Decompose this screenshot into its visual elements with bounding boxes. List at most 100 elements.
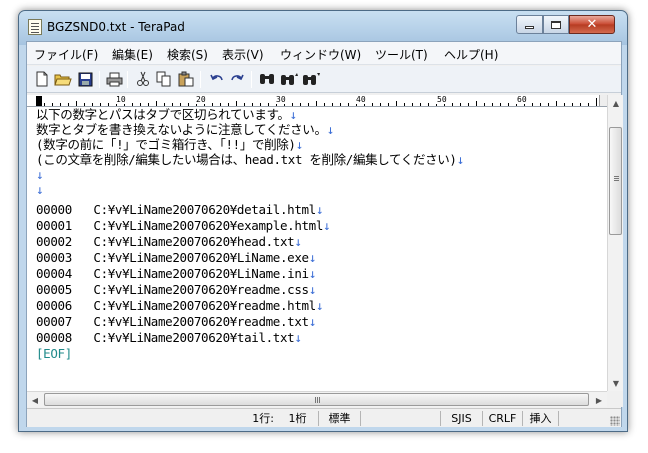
eof-marker: [EOF] xyxy=(36,346,72,361)
ruler-label: 10 xyxy=(115,95,127,104)
grip-icon xyxy=(614,176,619,177)
line-text: 00001 C:¥v¥LiName20070620¥example.html xyxy=(36,218,324,233)
newline-mark: ↓ xyxy=(315,202,324,217)
toolbar-separator xyxy=(251,71,252,88)
newline-mark: ↓ xyxy=(308,250,317,265)
ruler-tick xyxy=(556,101,557,106)
close-button[interactable]: ✕ xyxy=(569,15,615,34)
line-text: 00003 C:¥v¥LiName20070620¥LiName.exe xyxy=(36,250,309,265)
ruler-tick xyxy=(548,103,549,106)
text-editor[interactable]: 以下の数字とパスはタブで区切られています。↓ 数字とタブを書き換えないように注意… xyxy=(27,107,607,391)
toolbar-separator xyxy=(200,71,201,88)
newline-mark: ↓ xyxy=(294,330,302,345)
ruler-tick xyxy=(164,103,165,106)
vertical-scroll-thumb[interactable] xyxy=(609,127,622,235)
horizontal-scrollbar[interactable]: ◀ ▶ xyxy=(27,391,607,407)
ruler-tick xyxy=(460,103,461,106)
text-line: 数字とタブを書き換えないように注意してください。↓ xyxy=(36,122,334,137)
open-button[interactable] xyxy=(54,70,72,88)
ruler-tick xyxy=(452,103,453,106)
ruler-tick xyxy=(132,103,133,106)
ruler-tick xyxy=(468,103,469,106)
print-icon xyxy=(106,72,122,86)
text-line: 以下の数字とパスはタブで区切られています。↓ xyxy=(36,107,297,122)
ruler-tick xyxy=(332,103,333,106)
ruler-tick xyxy=(540,103,541,106)
ruler-tick xyxy=(44,103,45,106)
copy-button[interactable] xyxy=(155,70,173,88)
toolbar-separator xyxy=(127,71,128,88)
status-column: 1桁 xyxy=(277,411,319,426)
text-line: 00008 C:¥v¥LiName20070620¥tail.txt↓ xyxy=(36,330,302,345)
newline-mark: ↓ xyxy=(315,298,324,313)
line-text: (数字の前に「!」でゴミ箱行き、「!!」で削除) xyxy=(36,137,296,152)
menu-tools[interactable]: ツール(T) xyxy=(375,46,428,63)
ruler-tick xyxy=(532,103,533,106)
ruler-tick xyxy=(84,103,85,106)
resize-grip-icon[interactable] xyxy=(610,416,620,426)
scroll-right-arrow-icon[interactable]: ▶ xyxy=(591,392,607,408)
minimize-icon xyxy=(525,26,534,29)
newline-mark: ↓ xyxy=(308,282,317,297)
menu-bar: ファイル(F) 編集(E) 検索(S) 表示(V) ウィンドウ(W) ツール(T… xyxy=(27,42,621,65)
menu-window[interactable]: ウィンドウ(W) xyxy=(280,46,361,63)
ruler-tick xyxy=(172,103,173,106)
menu-search[interactable]: 検索(S) xyxy=(167,46,208,63)
find-button[interactable] xyxy=(258,70,276,88)
ruler-end xyxy=(599,95,607,106)
newline-mark: ↓ xyxy=(308,314,317,329)
ruler-tick xyxy=(252,103,253,106)
find-next-button[interactable] xyxy=(302,70,320,88)
terapad-window: BGZSND0.txt - TeraPad ✕ ファイル(F) 編集(E) 検索… xyxy=(18,10,628,432)
scroll-left-arrow-icon[interactable]: ◀ xyxy=(27,392,43,408)
redo-button[interactable] xyxy=(228,70,246,88)
ruler-tick xyxy=(308,103,309,106)
ruler-cursor-marker xyxy=(36,96,42,106)
vertical-scrollbar[interactable]: ▲ ▼ xyxy=(607,95,623,391)
scroll-down-arrow-icon[interactable]: ▼ xyxy=(608,375,624,391)
ruler-tick xyxy=(300,103,301,106)
cut-button[interactable] xyxy=(134,70,152,88)
ruler-tick xyxy=(188,103,189,106)
title-bar[interactable]: BGZSND0.txt - TeraPad ✕ xyxy=(19,11,627,41)
menu-view[interactable]: 表示(V) xyxy=(222,46,264,63)
grip-icon xyxy=(315,397,316,403)
minimize-button[interactable] xyxy=(516,15,543,34)
maximize-button[interactable] xyxy=(543,15,569,34)
status-encoding: SJIS xyxy=(441,411,483,426)
ruler-tick xyxy=(52,103,53,106)
ruler-tick xyxy=(340,103,341,106)
find-next-icon xyxy=(303,73,320,85)
save-button[interactable] xyxy=(76,70,94,88)
line-text: 00004 C:¥v¥LiName20070620¥LiName.ini xyxy=(36,266,309,281)
new-button[interactable] xyxy=(33,70,51,88)
menu-edit[interactable]: 編集(E) xyxy=(112,46,153,63)
ruler-label: 50 xyxy=(436,95,448,104)
status-line-ending: CRLF xyxy=(483,411,523,426)
ruler-label: 20 xyxy=(195,95,207,104)
menu-file[interactable]: ファイル(F) xyxy=(34,46,98,63)
paste-icon xyxy=(178,71,194,87)
ruler-tick xyxy=(420,103,421,106)
ruler-tick xyxy=(500,103,501,106)
scroll-up-arrow-icon[interactable]: ▲ xyxy=(608,95,624,111)
find-previous-icon xyxy=(281,73,298,85)
print-button[interactable] xyxy=(105,70,123,88)
newline-mark: ↓ xyxy=(295,137,304,152)
ruler-tick xyxy=(76,101,77,106)
find-icon xyxy=(260,74,274,84)
paste-button[interactable] xyxy=(177,70,195,88)
terapad-app-icon[interactable] xyxy=(28,19,42,35)
ruler-tick xyxy=(100,103,101,106)
line-text: 以下の数字とパスはタブで区切られています。 xyxy=(36,107,290,122)
toolbar xyxy=(27,66,621,93)
undo-button[interactable] xyxy=(208,70,226,88)
newline-mark: ↓ xyxy=(36,182,44,197)
line-text: 00007 C:¥v¥LiName20070620¥readme.txt xyxy=(36,314,309,329)
menu-help[interactable]: ヘルプ(H) xyxy=(444,46,498,63)
line-text: (この文章を削除/編集したい場合は、head.txt を削除/編集してください) xyxy=(36,152,457,167)
ruler-tick xyxy=(180,103,181,106)
horizontal-scroll-thumb[interactable] xyxy=(44,393,589,406)
status-empty xyxy=(559,411,609,426)
find-previous-button[interactable] xyxy=(280,70,298,88)
